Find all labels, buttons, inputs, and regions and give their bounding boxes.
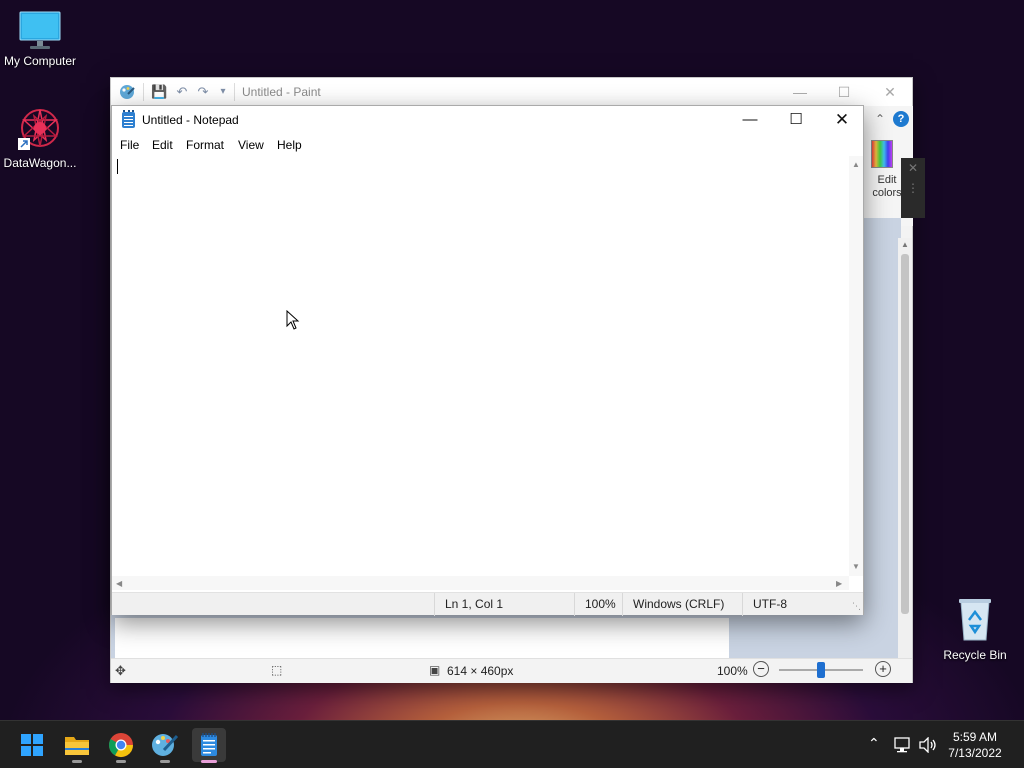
recycle-bin-icon bbox=[959, 599, 991, 641]
desktop-icon-label: Recycle Bin bbox=[943, 648, 1007, 662]
menu-edit[interactable]: Edit bbox=[152, 138, 173, 152]
mouse-cursor-icon bbox=[286, 310, 300, 330]
running-indicator bbox=[72, 760, 82, 763]
paint-title: Untitled - Paint bbox=[242, 85, 321, 99]
running-indicator bbox=[116, 760, 126, 763]
text-caret bbox=[117, 159, 118, 174]
paint-app-icon bbox=[120, 85, 135, 99]
paint-icon bbox=[152, 734, 179, 756]
save-icon[interactable]: 💾 bbox=[151, 84, 167, 100]
cursor-position: Ln 1, Col 1 bbox=[434, 593, 574, 616]
notepad-zoom-level: 100% bbox=[574, 593, 622, 616]
paint-statusbar: ✥ ⬚ ▣ 614 × 460px 100% − + bbox=[111, 658, 912, 683]
notepad-close-button[interactable]: ✕ bbox=[819, 106, 865, 134]
zoom-in-button[interactable]: + bbox=[875, 661, 891, 677]
taskbar-chrome[interactable] bbox=[104, 728, 138, 763]
taskbar-file-explorer[interactable] bbox=[60, 728, 94, 763]
notepad-minimize-button[interactable]: — bbox=[727, 106, 773, 134]
undo-icon[interactable]: ↶ bbox=[174, 84, 190, 100]
taskbar-clock[interactable]: 5:59 AM 7/13/2022 bbox=[940, 729, 1010, 761]
divider bbox=[143, 83, 144, 101]
paint-zoom-level: 100% bbox=[717, 664, 748, 678]
paint-maximize-button[interactable]: ☐ bbox=[821, 78, 867, 106]
scroll-right-icon[interactable]: ▶ bbox=[836, 579, 842, 588]
desktop-icon-label: My Computer bbox=[3, 54, 77, 68]
notepad-vertical-scrollbar[interactable]: ▲ ▼ bbox=[849, 156, 863, 576]
monitor-icon bbox=[19, 11, 61, 49]
menu-file[interactable]: File bbox=[120, 138, 139, 152]
menu-help[interactable]: Help bbox=[277, 138, 302, 152]
resize-grip-icon[interactable]: ⋱ bbox=[852, 601, 861, 612]
ribbon-collapse-icon[interactable]: ⌃ bbox=[875, 112, 885, 126]
help-icon[interactable]: ? bbox=[893, 111, 909, 127]
menu-view[interactable]: View bbox=[238, 138, 264, 152]
network-icon[interactable] bbox=[894, 737, 912, 753]
notepad-title: Untitled - Notepad bbox=[142, 113, 239, 127]
notepad-menubar: File Edit Format View Help bbox=[112, 134, 863, 156]
divider bbox=[234, 83, 235, 101]
zoom-slider-thumb[interactable] bbox=[817, 662, 825, 678]
scroll-thumb[interactable] bbox=[901, 254, 909, 614]
start-icon bbox=[21, 734, 43, 756]
paint-close-button[interactable]: ✕ bbox=[867, 78, 913, 106]
redo-icon[interactable]: ↷ bbox=[195, 84, 211, 100]
menu-format[interactable]: Format bbox=[186, 138, 224, 152]
start-button[interactable] bbox=[15, 728, 49, 762]
scroll-down-icon[interactable]: ▼ bbox=[852, 562, 860, 571]
move-cursor-icon: ✥ bbox=[115, 663, 126, 678]
desktop-icon-datawagon[interactable]: DataWagon... bbox=[0, 106, 80, 170]
paint-minimize-button[interactable]: — bbox=[777, 78, 823, 106]
notepad-text-area[interactable] bbox=[113, 156, 849, 576]
line-ending: Windows (CRLF) bbox=[622, 593, 742, 616]
desktop-icon-label: DataWagon... bbox=[3, 156, 77, 170]
notepad-icon bbox=[201, 733, 217, 756]
scroll-left-icon[interactable]: ◀ bbox=[116, 579, 122, 588]
notepad-statusbar: Ln 1, Col 1 100% Windows (CRLF) UTF-8 ⋱ bbox=[112, 592, 863, 616]
running-indicator bbox=[201, 760, 217, 763]
desktop-icon-my-computer[interactable]: My Computer bbox=[0, 10, 80, 68]
selection-size-icon: ⬚ bbox=[271, 663, 283, 677]
scroll-up-icon[interactable]: ▲ bbox=[852, 160, 860, 169]
notepad-horizontal-scrollbar[interactable]: ◀ ▶ bbox=[112, 576, 849, 590]
paint-titlebar[interactable]: 💾 ↶ ↷ ▾ Untitled - Paint — ☐ ✕ bbox=[111, 78, 912, 106]
volume-icon[interactable] bbox=[918, 737, 938, 753]
zoom-slider[interactable] bbox=[779, 662, 863, 678]
encoding: UTF-8 bbox=[742, 593, 852, 616]
taskbar-notepad[interactable] bbox=[192, 728, 226, 763]
paint-vertical-scrollbar[interactable]: ▲ ▼ bbox=[898, 238, 912, 683]
canvas-size-icon: ▣ bbox=[429, 663, 441, 677]
notepad-maximize-button[interactable]: ☐ bbox=[773, 106, 819, 134]
desktop-icon-recycle-bin[interactable]: Recycle Bin bbox=[940, 596, 1010, 662]
file-explorer-icon bbox=[65, 737, 89, 755]
show-hidden-icons-button[interactable]: ⌃ bbox=[868, 735, 880, 752]
notepad-titlebar[interactable]: Untitled - Notepad — ☐ ✕ bbox=[112, 106, 863, 134]
zoom-out-button[interactable]: − bbox=[753, 661, 769, 677]
clock-time: 5:59 AM bbox=[952, 730, 998, 744]
paint-canvas[interactable] bbox=[115, 618, 729, 658]
notepad-window[interactable]: Untitled - Notepad — ☐ ✕ File Edit Forma… bbox=[111, 105, 864, 616]
canvas-size: 614 × 460px bbox=[447, 664, 514, 678]
taskbar: ⌃ 5:59 AM 7/13/2022 bbox=[0, 720, 1024, 768]
taskbar-paint[interactable] bbox=[148, 728, 182, 763]
clock-date: 7/13/2022 bbox=[948, 746, 1002, 760]
datawagon-icon bbox=[18, 109, 59, 150]
edit-colors-button[interactable]: Edit colors bbox=[861, 140, 905, 230]
notepad-app-icon bbox=[122, 110, 135, 128]
color-spectrum-icon bbox=[871, 140, 893, 168]
customize-qat-icon[interactable]: ▾ bbox=[215, 84, 231, 100]
scroll-up-icon[interactable]: ▲ bbox=[901, 240, 909, 249]
running-indicator bbox=[160, 760, 170, 763]
chrome-icon bbox=[108, 733, 133, 758]
side-panel-strip: ✕ ⋮ bbox=[901, 158, 925, 218]
